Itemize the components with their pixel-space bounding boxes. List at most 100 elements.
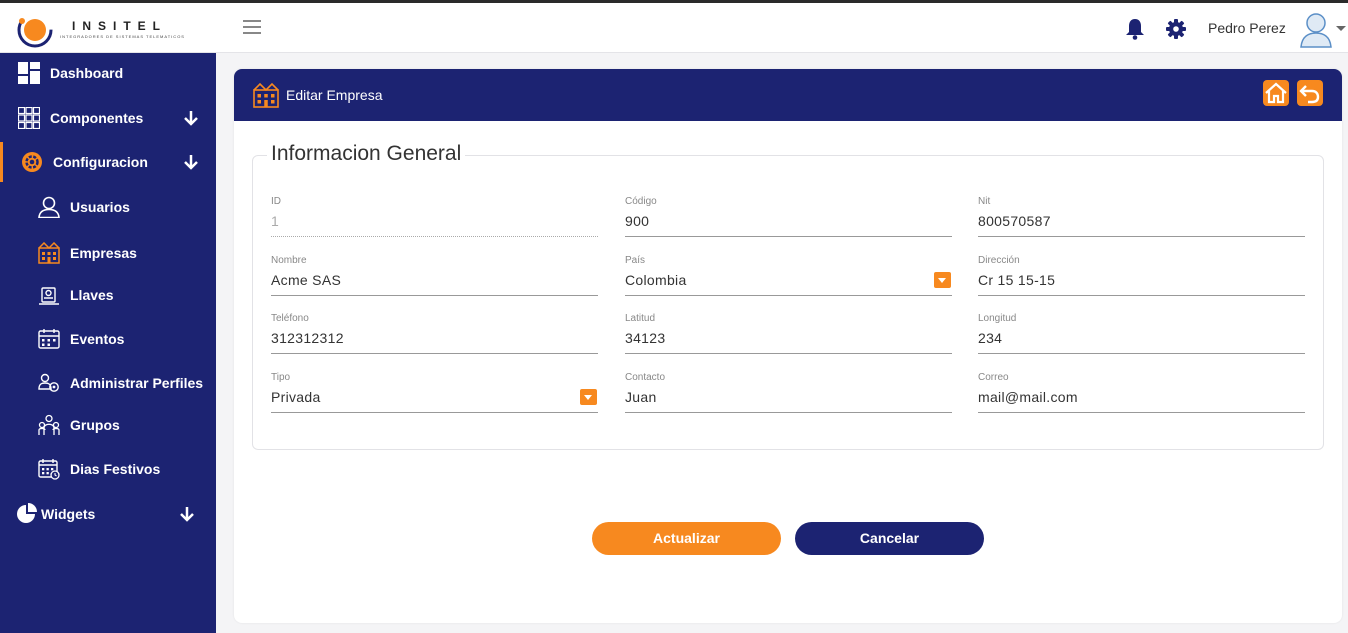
sidebar-item-administrar-perfiles[interactable]: Administrar Perfiles [0,363,216,403]
user-icon [38,196,60,218]
field-underline [271,353,598,354]
field-value: 1 [271,213,280,229]
menu-toggle-icon[interactable] [243,20,261,36]
field-underline [271,236,598,237]
field-label: Contacto [625,372,666,383]
nit-field[interactable]: Nit 800570587 [978,196,1305,246]
building-icon [253,82,279,108]
field-label: Dirección [978,255,1020,266]
latitud-field[interactable]: Latitud 34123 [625,313,952,363]
arrow-down-icon[interactable] [180,506,194,522]
cog-icon [22,152,42,172]
codigo-field[interactable]: Código 900 [625,196,952,246]
field-value[interactable]: Colombia [625,272,687,288]
telefono-field[interactable]: Teléfono 312312312 [271,313,598,363]
section-title: Informacion General [267,142,466,166]
key-icon [39,287,59,305]
sidebar: Dashboard Componentes Configuracion Usua… [0,53,216,633]
sidebar-item-dashboard[interactable]: Dashboard [0,53,216,93]
sidebar-item-label: Dias Festivos [70,461,161,477]
sidebar-item-label: Eventos [70,331,125,347]
field-label: Correo [978,372,1009,383]
field-underline [625,412,952,413]
sidebar-item-label: Usuarios [70,199,130,215]
field-value[interactable]: 34123 [625,330,665,346]
field-value[interactable]: mail@mail.com [978,389,1078,405]
user-menu-caret-icon[interactable] [1336,26,1346,31]
field-label: Nombre [271,255,307,266]
direccion-field[interactable]: Dirección Cr 15 15-15 [978,255,1305,305]
brand-name: INSITEL [72,19,168,33]
field-underline [625,353,952,354]
sidebar-item-label: Configuracion [53,154,148,170]
home-button[interactable] [1263,80,1289,106]
edit-company-card: Editar Empresa Informacion General ID 1 … [234,69,1342,623]
arrow-down-icon[interactable] [184,110,198,126]
field-underline [625,295,952,296]
profiles-icon [38,373,59,392]
arrow-down-icon[interactable] [184,154,198,170]
card-header: Editar Empresa [234,69,1342,121]
sidebar-item-usuarios[interactable]: Usuarios [0,187,216,227]
top-bar: INSITEL INTEGRADORES DE SISTEMAS TELEMAT… [0,0,1348,53]
sidebar-item-dias-festivos[interactable]: Dias Festivos [0,449,216,489]
field-underline [978,412,1305,413]
sidebar-item-label: Empresas [70,245,137,261]
sidebar-item-grupos[interactable]: Grupos [0,405,216,445]
holiday-calendar-icon [38,459,60,480]
sidebar-item-empresas[interactable]: Empresas [0,233,216,273]
back-button[interactable] [1297,80,1323,106]
field-underline [271,295,598,296]
field-label: Teléfono [271,313,309,324]
sidebar-item-label: Componentes [50,110,144,126]
field-value[interactable]: Privada [271,389,321,405]
dropdown-caret-icon[interactable] [934,272,951,288]
field-underline [978,295,1305,296]
user-name[interactable]: Pedro Perez [1208,20,1286,36]
dashboard-icon [18,62,40,84]
field-value[interactable]: Acme SAS [271,272,341,288]
update-button[interactable]: Actualizar [592,522,781,555]
calendar-icon [38,329,60,349]
field-value[interactable]: Juan [625,389,657,405]
field-label: Latitud [625,313,656,324]
field-value[interactable]: 312312312 [271,330,344,346]
nombre-field[interactable]: Nombre Acme SAS [271,255,598,305]
field-underline [625,236,952,237]
cancel-button[interactable]: Cancelar [795,522,984,555]
field-label: Código [625,196,657,207]
dropdown-caret-icon[interactable] [580,389,597,405]
brand-logo[interactable]: INSITEL INTEGRADORES DE SISTEMAS TELEMAT… [16,8,184,50]
sidebar-item-eventos[interactable]: Eventos [0,319,216,359]
correo-field[interactable]: Correo mail@mail.com [978,372,1305,422]
longitud-field[interactable]: Longitud 234 [978,313,1305,363]
notifications-bell-icon[interactable] [1125,18,1145,40]
contacto-field[interactable]: Contacto Juan [625,372,952,422]
sidebar-item-configuracion[interactable]: Configuracion [0,142,216,182]
field-label: Tipo [271,372,291,383]
page-title: Editar Empresa [286,87,383,103]
sidebar-item-label: Dashboard [50,65,124,81]
field-value[interactable]: 800570587 [978,213,1051,229]
grid-icon [18,107,40,129]
field-value[interactable]: 900 [625,213,649,229]
field-value[interactable]: 234 [978,330,1002,346]
sidebar-item-llaves[interactable]: Llaves [0,275,216,315]
group-icon [38,414,60,435]
building-icon [38,242,60,264]
sidebar-item-componentes[interactable]: Componentes [0,98,216,138]
settings-gear-icon[interactable] [1166,19,1186,39]
user-avatar-icon[interactable] [1299,10,1333,48]
pie-chart-icon [17,503,37,523]
pais-select[interactable]: País Colombia [625,255,952,305]
field-value[interactable]: Cr 15 15-15 [978,272,1055,288]
field-label: ID [271,196,281,207]
tipo-select[interactable]: Tipo Privada [271,372,598,422]
sidebar-item-label: Administrar Perfiles [70,375,204,391]
undo-arrow-icon [1299,85,1320,104]
sidebar-item-label: Llaves [70,287,114,303]
sidebar-item-widgets[interactable]: Widgets [0,494,216,534]
field-underline [978,236,1305,237]
field-underline [271,412,598,413]
home-icon [1265,82,1287,104]
